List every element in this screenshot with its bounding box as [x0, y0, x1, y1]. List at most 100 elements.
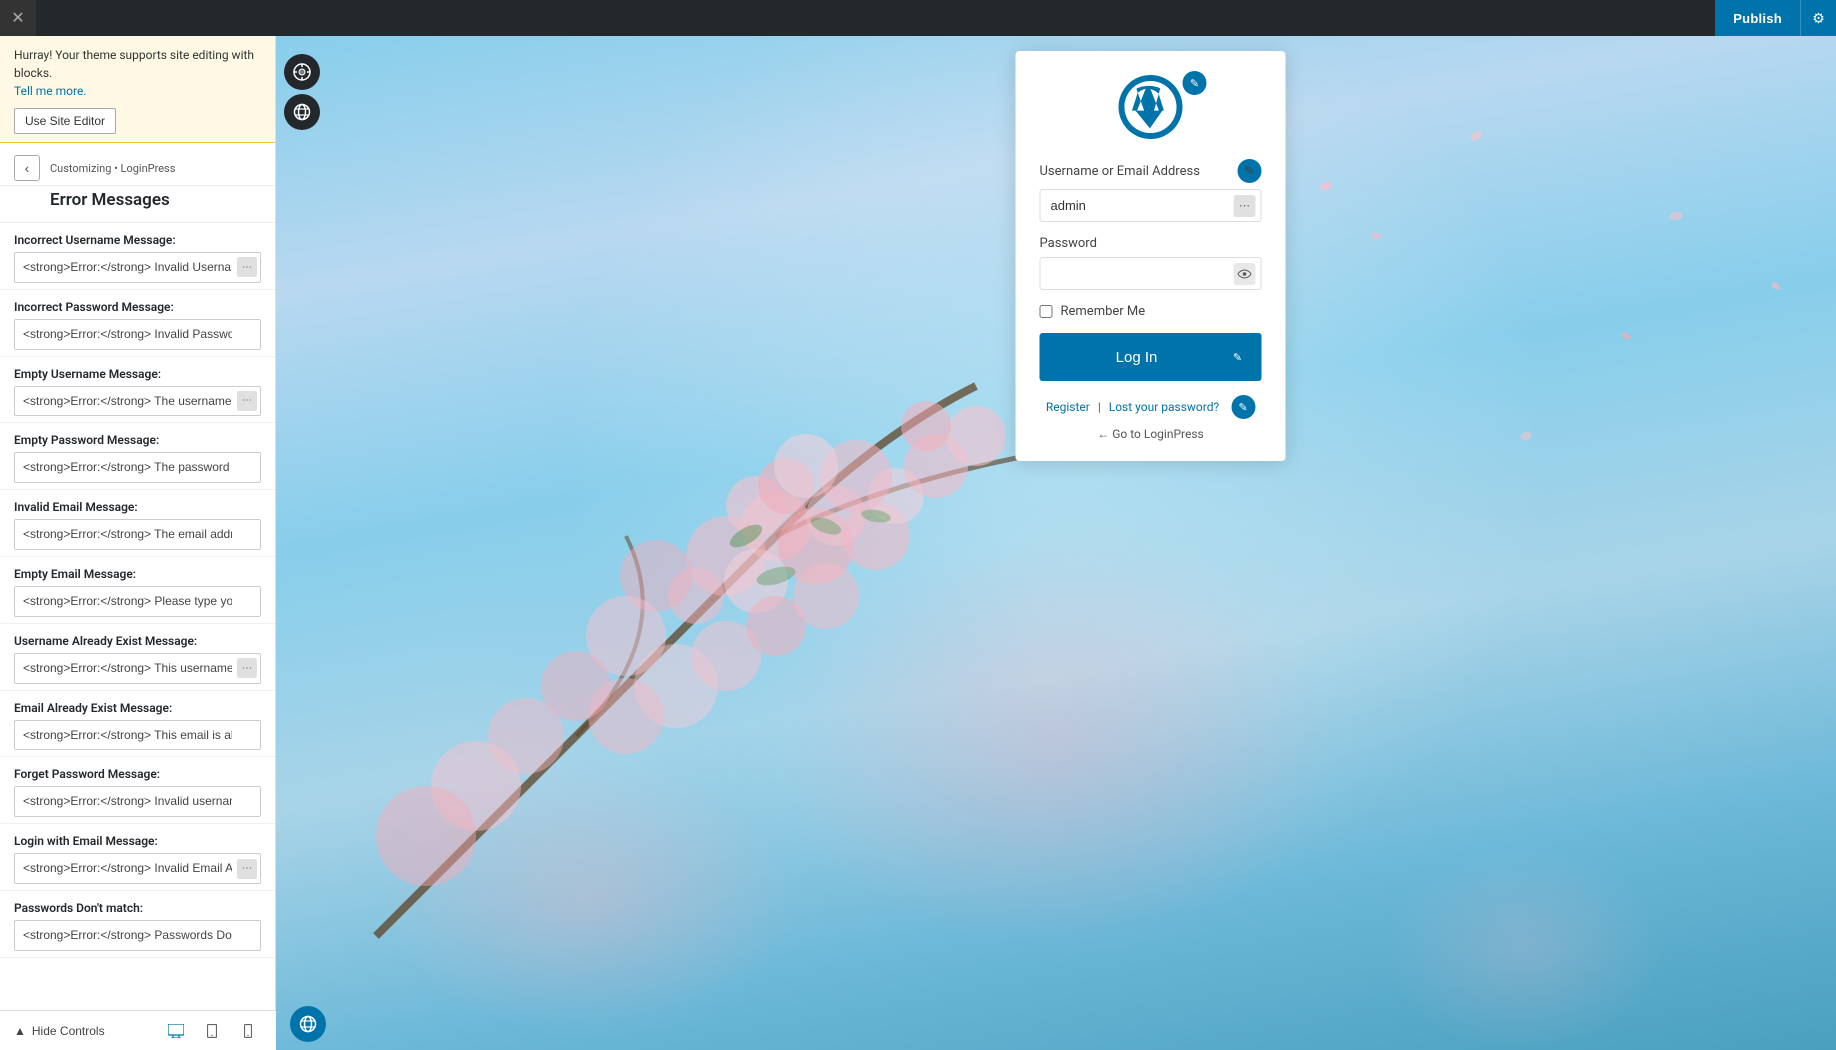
field-input-empty-password[interactable]	[14, 452, 261, 483]
field-edit-icon-incorrect-username[interactable]: ⋯	[237, 257, 257, 277]
close-button[interactable]: ✕	[0, 0, 36, 36]
desktop-icon[interactable]	[162, 1017, 190, 1045]
hide-controls-button[interactable]: ▲ Hide Controls	[14, 1024, 105, 1038]
username-input-icon[interactable]: ⋯	[1234, 195, 1256, 217]
field-input-wrap-email-exists	[14, 720, 261, 751]
device-icons	[162, 1017, 262, 1045]
close-icon: ✕	[11, 8, 24, 28]
settings-button[interactable]: ⚙	[1800, 0, 1836, 36]
lost-password-link[interactable]: Lost your password?	[1109, 400, 1219, 414]
field-input-wrap-invalid-email	[14, 519, 261, 550]
field-input-username-exists[interactable]	[14, 653, 261, 684]
field-input-passwords-match[interactable]	[14, 920, 261, 951]
field-input-wrap-empty-password	[14, 452, 261, 483]
back-button[interactable]: ‹	[14, 155, 40, 181]
field-label-empty-password: Empty Password Message:	[14, 433, 261, 447]
field-label-passwords-match: Passwords Don't match:	[14, 901, 261, 915]
username-input[interactable]	[1040, 189, 1262, 222]
password-input-wrap	[1040, 257, 1262, 290]
login-button[interactable]: Log In ✎	[1040, 333, 1262, 381]
field-input-forget-password[interactable]	[14, 786, 261, 817]
password-visibility-icon[interactable]	[1234, 263, 1256, 285]
field-group-invalid-email: Invalid Email Message:	[0, 490, 275, 557]
fields-container: Incorrect Username Message: ⋯ Incorrect Pa…	[0, 223, 275, 958]
pencil-icon-3: ✎	[1224, 351, 1252, 364]
field-group-login-email: Login with Email Message: ⋯	[0, 824, 275, 891]
field-group-empty-password: Empty Password Message:	[0, 423, 275, 490]
panel-title: Error Messages	[0, 186, 275, 223]
notification-text: Hurray! Your theme supports site editing…	[14, 48, 254, 80]
tablet-icon[interactable]	[198, 1017, 226, 1045]
field-input-incorrect-username[interactable]	[14, 252, 261, 283]
field-input-login-email[interactable]	[14, 853, 261, 884]
field-input-empty-username[interactable]	[14, 386, 261, 417]
globe-icon-button[interactable]	[284, 94, 320, 130]
preview-background: ✎ Username or Email Address ✎ ⋯ Password	[276, 36, 1836, 1050]
field-group-email-exists: Email Already Exist Message:	[0, 691, 275, 758]
customizer-sidebar: Hurray! Your theme supports site editing…	[0, 36, 276, 1010]
field-label-invalid-email: Invalid Email Message:	[14, 500, 261, 514]
remember-me-row: Remember Me	[1040, 304, 1262, 319]
tell-me-more-link[interactable]: Tell me more.	[14, 84, 86, 98]
go-loginpress: ← Go to LoginPress	[1040, 427, 1262, 441]
username-edit-badge[interactable]: ✎	[1238, 159, 1262, 183]
field-input-invalid-email[interactable]	[14, 519, 261, 550]
pencil-icon: ✎	[1190, 77, 1199, 90]
breadcrumb: Customizing • LoginPress	[50, 162, 175, 175]
field-label-empty-email: Empty Email Message:	[14, 567, 261, 581]
field-group-passwords-match: Passwords Don't match:	[0, 891, 275, 958]
field-input-wrap-forget-password	[14, 786, 261, 817]
customize-icon-button[interactable]	[284, 54, 320, 90]
field-label-login-email: Login with Email Message:	[14, 834, 261, 848]
field-group-incorrect-password: Incorrect Password Message:	[0, 290, 275, 357]
preview-action-button[interactable]	[290, 1006, 326, 1042]
login-btn-label: Log In	[1050, 349, 1224, 366]
password-label: Password	[1040, 236, 1097, 251]
use-site-editor-button[interactable]: Use Site Editor	[14, 108, 116, 134]
field-label-email-exists: Email Already Exist Message:	[14, 701, 261, 715]
field-input-wrap-incorrect-username: ⋯	[14, 252, 261, 283]
field-input-wrap-empty-email	[14, 586, 261, 617]
field-input-empty-email[interactable]	[14, 586, 261, 617]
field-group-empty-email: Empty Email Message:	[0, 557, 275, 624]
field-input-wrap-passwords-match	[14, 920, 261, 951]
login-links: Register | Lost your password? ✎	[1040, 395, 1262, 419]
right-icons	[280, 50, 324, 134]
remember-label[interactable]: Remember Me	[1061, 304, 1146, 319]
password-label-row: Password	[1040, 236, 1262, 251]
field-group-empty-username: Empty Username Message: ⋯	[0, 357, 275, 424]
field-label-incorrect-username: Incorrect Username Message:	[14, 233, 261, 247]
go-loginpress-link[interactable]: ← Go to LoginPress	[1097, 427, 1203, 441]
field-edit-icon-login-email[interactable]: ⋯	[237, 859, 257, 879]
field-input-email-exists[interactable]	[14, 720, 261, 751]
field-edit-icon-username-exists[interactable]: ⋯	[237, 658, 257, 678]
pencil-icon-2: ✎	[1244, 164, 1255, 179]
register-link[interactable]: Register	[1046, 400, 1090, 414]
links-edit-badge[interactable]: ✎	[1231, 395, 1255, 419]
back-icon: ‹	[25, 160, 30, 176]
preview-bottom-icon	[290, 1006, 326, 1042]
logo-edit-badge[interactable]: ✎	[1183, 71, 1207, 95]
field-label-empty-username: Empty Username Message:	[14, 367, 261, 381]
top-bar: ✕ Publish ⚙	[0, 0, 1836, 36]
bottom-bar: ▲ Hide Controls	[0, 1010, 276, 1050]
login-btn-edit-badge[interactable]: ✎	[1224, 343, 1252, 371]
username-label: Username or Email Address	[1040, 164, 1200, 179]
field-input-wrap-incorrect-password	[14, 319, 261, 350]
field-label-forget-password: Forget Password Message:	[14, 767, 261, 781]
remember-checkbox[interactable]	[1040, 305, 1053, 318]
username-input-wrap: ⋯	[1040, 189, 1262, 222]
hide-icon: ▲	[14, 1024, 26, 1038]
field-input-incorrect-password[interactable]	[14, 319, 261, 350]
username-label-row: Username or Email Address ✎	[1040, 159, 1262, 183]
wp-logo	[1119, 75, 1183, 139]
notification-bar: Hurray! Your theme supports site editing…	[0, 36, 275, 143]
field-label-incorrect-password: Incorrect Password Message:	[14, 300, 261, 314]
pencil-icon-4: ✎	[1239, 401, 1248, 414]
mobile-icon[interactable]	[234, 1017, 262, 1045]
field-label-username-exists: Username Already Exist Message:	[14, 634, 261, 648]
publish-button[interactable]: Publish	[1715, 0, 1800, 36]
password-input[interactable]	[1040, 257, 1262, 290]
wp-logo-wrap: ✎	[1040, 75, 1262, 139]
field-edit-icon-empty-username[interactable]: ⋯	[237, 391, 257, 411]
